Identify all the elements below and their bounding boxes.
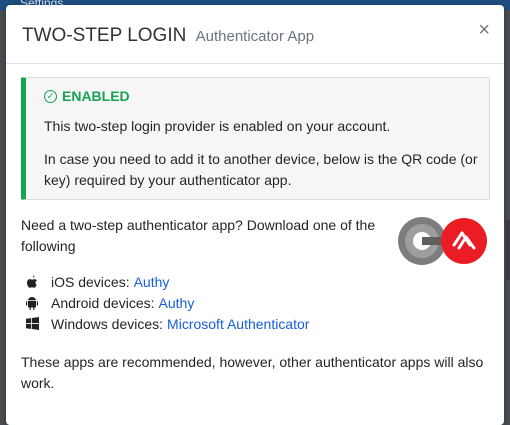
- apps-note: These apps are recommended, however, oth…: [21, 354, 484, 391]
- windows-icon: [26, 317, 44, 331]
- close-button[interactable]: ×: [478, 20, 490, 40]
- authy-ios-link[interactable]: Authy: [134, 274, 170, 290]
- authenticator-logos: [398, 217, 487, 265]
- device-ios: iOS devices: Authy: [26, 271, 309, 292]
- enabled-alert: ✓ ENABLED This two-step login provider i…: [21, 77, 490, 200]
- backdrop-scroll-edge: [506, 220, 510, 280]
- device-ios-label: iOS devices:: [51, 273, 130, 290]
- apps-intro: Need a two-step authenticator app? Downl…: [21, 217, 376, 254]
- google-authenticator-logo-icon: [398, 217, 446, 265]
- two-step-login-modal: TWO-STEP LOGIN Authenticator App × ✓ ENA…: [6, 5, 504, 425]
- modal-title-sub: Authenticator App: [195, 28, 315, 45]
- alert-line-1: This two-step login provider is enabled …: [44, 118, 391, 134]
- modal-header: TWO-STEP LOGIN Authenticator App ×: [6, 5, 504, 64]
- device-android: Android devices: Authy: [26, 292, 309, 313]
- device-windows: Windows devices: Microsoft Authenticator: [26, 313, 309, 334]
- device-android-label: Android devices:: [51, 294, 155, 311]
- authy-logo-icon: [441, 218, 487, 264]
- modal-title-main: TWO-STEP LOGIN: [22, 25, 187, 46]
- authy-android-link[interactable]: Authy: [159, 295, 195, 311]
- device-windows-label: Windows devices:: [51, 315, 164, 332]
- android-icon: [26, 296, 44, 310]
- alert-status: ✓ ENABLED: [44, 88, 130, 104]
- device-list: iOS devices: Authy Android devices: Auth…: [26, 271, 309, 334]
- check-circle-icon: ✓: [44, 89, 57, 103]
- microsoft-authenticator-link[interactable]: Microsoft Authenticator: [167, 316, 309, 332]
- alert-line-2: In case you need to add it to another de…: [44, 151, 478, 188]
- apple-icon: [26, 275, 44, 289]
- alert-status-text: ENABLED: [62, 88, 130, 104]
- modal-title: TWO-STEP LOGIN Authenticator App: [22, 25, 314, 47]
